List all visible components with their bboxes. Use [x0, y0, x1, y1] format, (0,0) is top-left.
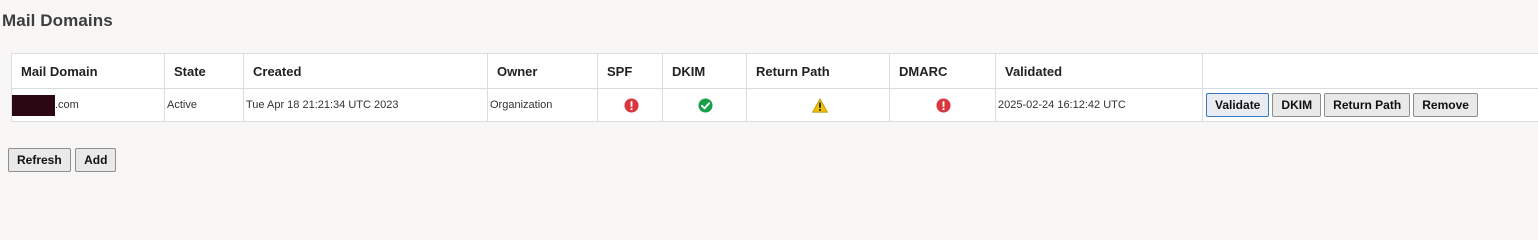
warning-icon — [811, 97, 828, 113]
check-circle-icon — [698, 97, 713, 113]
page-title: Mail Domains — [2, 11, 113, 30]
column-header-return-path[interactable]: Return Path — [746, 53, 890, 89]
cell-created: Tue Apr 18 21:21:34 UTC 2023 — [243, 88, 488, 122]
remove-button[interactable]: Remove — [1413, 93, 1478, 117]
redacted-block — [12, 94, 55, 116]
column-header-dmarc[interactable]: DMARC — [889, 53, 996, 89]
column-header-state[interactable]: State — [164, 53, 244, 89]
dkim-button[interactable]: DKIM — [1272, 93, 1322, 117]
domain-suffix: .com — [55, 99, 79, 111]
cell-dmarc — [889, 88, 996, 122]
cell-dkim — [662, 88, 747, 122]
table-header-row: Mail Domain State Created Owner SPF DKIM… — [11, 53, 1538, 89]
mail-domains-table: Mail Domain State Created Owner SPF DKIM… — [11, 53, 1538, 122]
column-header-dkim[interactable]: DKIM — [662, 53, 747, 89]
cell-mail-domain: .com — [11, 88, 165, 122]
column-header-validated[interactable]: Validated — [995, 53, 1203, 89]
column-header-spf[interactable]: SPF — [597, 53, 663, 89]
footer-actions: Refresh Add — [8, 148, 117, 172]
column-header-mail-domain[interactable]: Mail Domain — [11, 53, 165, 89]
column-header-actions — [1202, 53, 1538, 89]
table-row: .com Active Tue Apr 18 21:21:34 UTC 2023… — [11, 88, 1538, 122]
validate-button[interactable]: Validate — [1206, 93, 1270, 117]
error-icon — [936, 97, 951, 113]
cell-validated: 2025-02-24 16:12:42 UTC — [995, 88, 1203, 122]
cell-return-path — [746, 88, 890, 122]
cell-spf — [597, 88, 663, 122]
cell-state: Active — [164, 88, 244, 122]
add-button[interactable]: Add — [75, 148, 117, 172]
error-icon — [623, 97, 639, 113]
return-path-button[interactable]: Return Path — [1324, 93, 1411, 117]
cell-actions: Validate DKIM Return Path Remove — [1202, 88, 1538, 122]
cell-owner: Organization — [487, 88, 598, 122]
column-header-owner[interactable]: Owner — [487, 53, 598, 89]
refresh-button[interactable]: Refresh — [8, 148, 71, 172]
column-header-created[interactable]: Created — [243, 53, 488, 89]
